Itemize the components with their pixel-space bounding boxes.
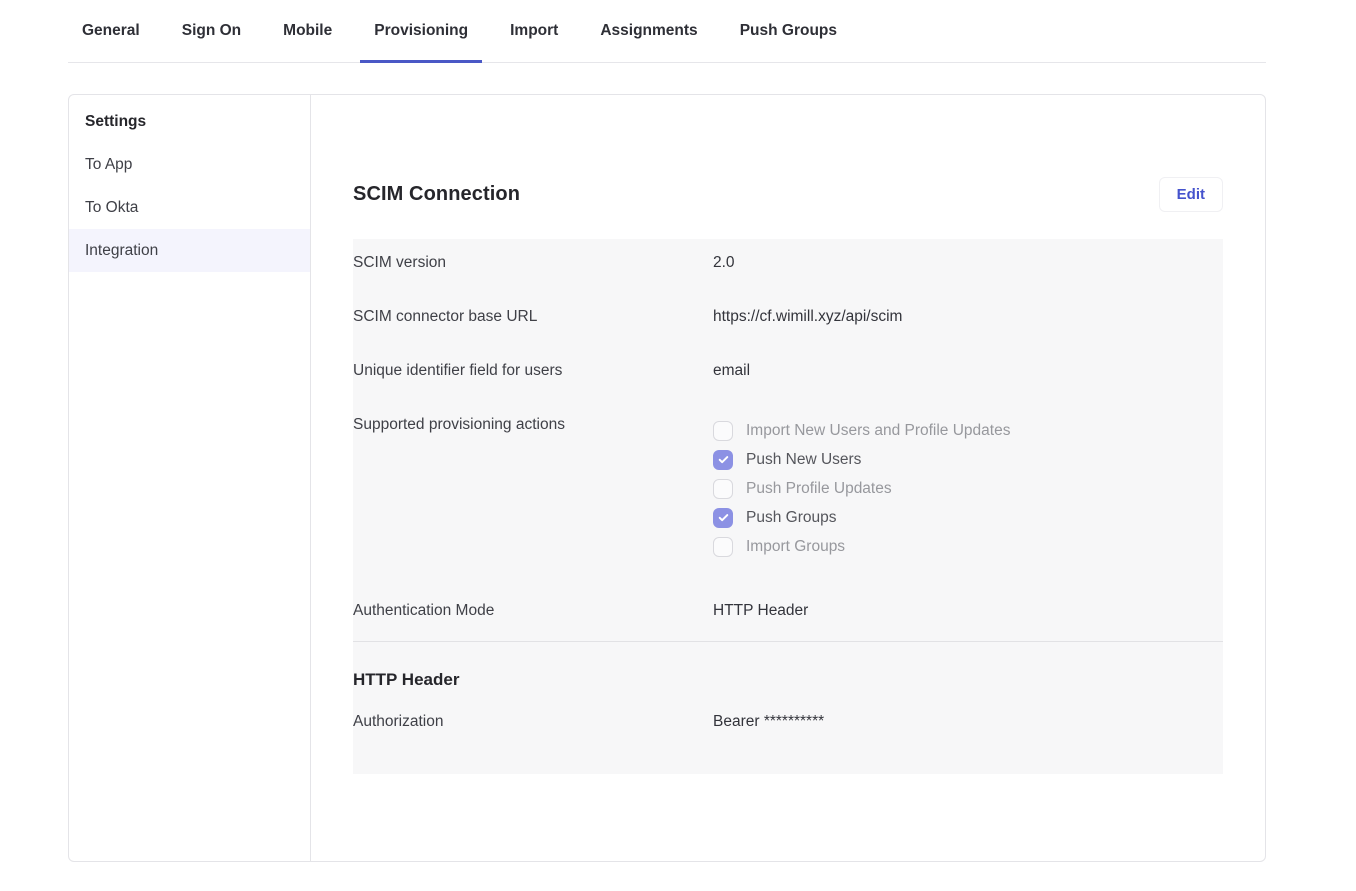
checkbox-option: Push Profile Updates (713, 474, 1223, 503)
sidebar-item-to-app[interactable]: To App (69, 143, 310, 186)
unchecked-checkbox-import-new-users-and-profile-updates[interactable] (713, 421, 733, 441)
sidebar-item-to-okta[interactable]: To Okta (69, 186, 310, 229)
scim-settings-panel: SCIM version 2.0 SCIM connector base URL… (353, 239, 1223, 774)
tab-mobile[interactable]: Mobile (269, 20, 346, 63)
sidebar-header: Settings (69, 107, 310, 143)
field-row-authorization: Authorization Bearer ********** (353, 698, 1223, 752)
field-row-unique-identifier-field-for-users: Unique identifier field for users email (353, 347, 1223, 401)
checked-checkbox-push-groups[interactable] (713, 508, 733, 528)
http-header-section-title: HTTP Header (353, 642, 1223, 698)
checkbox-option: Push New Users (713, 445, 1223, 474)
provisioning-card: Settings To AppTo OktaIntegration SCIM C… (68, 94, 1266, 862)
app-tab-bar: General Sign On Mobile Provisioning Import As… (68, 0, 1266, 63)
checked-checkbox-push-new-users[interactable] (713, 450, 733, 470)
tab-import[interactable]: Import (496, 20, 572, 63)
field-row-scim-version: SCIM version 2.0 (353, 239, 1223, 293)
field-value: Bearer ********** (713, 713, 1223, 731)
field-row-authentication-mode: Authentication Mode HTTP Header (353, 587, 1223, 641)
tab-sign-on[interactable]: Sign On (168, 20, 255, 63)
main-content: SCIM Connection Edit SCIM version 2.0 SC… (311, 95, 1265, 861)
checkbox-option: Import Groups (713, 532, 1223, 561)
field-label: Authentication Mode (353, 602, 713, 620)
provisioning-options-list: Import New Users and Profile Updates Pus… (713, 416, 1223, 561)
field-value: 2.0 (713, 254, 1223, 272)
field-value: email (713, 362, 1223, 380)
checkbox-option: Import New Users and Profile Updates (713, 416, 1223, 445)
field-label: SCIM version (353, 254, 713, 272)
checkbox-label: Import Groups (746, 538, 845, 556)
unchecked-checkbox-import-groups[interactable] (713, 537, 733, 557)
field-label: Unique identifier field for users (353, 362, 713, 380)
checkbox-group-row: Supported provisioning actions Import Ne… (353, 401, 1223, 587)
tab-assignments[interactable]: Assignments (586, 20, 711, 63)
field-value: https://cf.wimill.xyz/api/scim (713, 308, 1223, 326)
http-header-field-rows: Authorization Bearer ********** (353, 698, 1223, 752)
tab-push-groups[interactable]: Push Groups (726, 20, 851, 63)
settings-sidebar: Settings To AppTo OktaIntegration (69, 95, 311, 861)
field-label: Authorization (353, 713, 713, 731)
checkbox-option: Push Groups (713, 503, 1223, 532)
tab-general[interactable]: General (68, 20, 154, 63)
checkbox-label: Push Profile Updates (746, 480, 892, 498)
scim-field-rows: SCIM version 2.0 SCIM connector base URL… (353, 239, 1223, 641)
checkbox-label: Push Groups (746, 509, 836, 527)
field-value: HTTP Header (713, 602, 1223, 620)
field-row-scim-connector-base-url: SCIM connector base URL https://cf.wimil… (353, 293, 1223, 347)
field-label: Supported provisioning actions (353, 416, 713, 561)
tab-provisioning[interactable]: Provisioning (360, 20, 482, 63)
field-label: SCIM connector base URL (353, 308, 713, 326)
checkbox-label: Import New Users and Profile Updates (746, 422, 1010, 440)
unchecked-checkbox-push-profile-updates[interactable] (713, 479, 733, 499)
sidebar-item-integration[interactable]: Integration (69, 229, 310, 272)
scim-section-header: SCIM Connection Edit (353, 175, 1223, 213)
edit-button[interactable]: Edit (1159, 177, 1223, 212)
checkbox-label: Push New Users (746, 451, 861, 469)
sidebar-item-list: To AppTo OktaIntegration (69, 143, 310, 272)
page-title: SCIM Connection (353, 183, 520, 206)
